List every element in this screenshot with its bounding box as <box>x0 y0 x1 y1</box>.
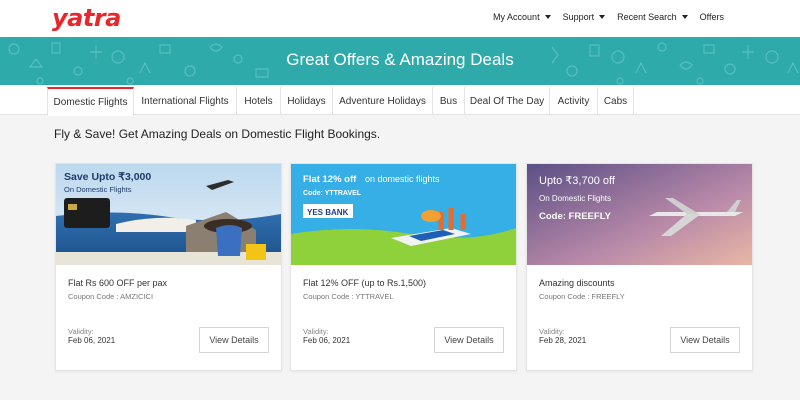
validity-date: Feb 06, 2021 <box>68 336 116 345</box>
coupon-code: Coupon Code : AMZICICI <box>68 292 154 301</box>
luggage <box>246 244 266 260</box>
tab-adventure-holidays[interactable]: Adventure Holidays <box>333 87 433 115</box>
offers-banner: Great Offers & Amazing Deals <box>0 37 800 85</box>
nav-recent-search[interactable]: Recent Search <box>617 12 688 22</box>
next-row-hint <box>0 388 800 400</box>
coupon-code: Coupon Code : YTTRAVEL <box>303 292 394 301</box>
bank-name: YES BANK <box>307 208 349 217</box>
banner-title: Great Offers & Amazing Deals <box>286 50 514 69</box>
tab-domestic-flights[interactable]: Domestic Flights <box>47 87 134 116</box>
image-subline: On Domestic Flights <box>539 194 611 203</box>
validity-label: Validity: <box>68 327 94 336</box>
top-nav: My Account Support Recent Search Offers <box>481 12 724 22</box>
offer-card[interactable]: Flat 12% off on domestic flights Code: Y… <box>290 163 517 371</box>
tab-holidays[interactable]: Holidays <box>281 87 333 115</box>
caret-down-icon <box>599 15 606 19</box>
yatra-logo[interactable]: yatra <box>52 4 121 32</box>
nav-label: Recent Search <box>617 12 677 22</box>
nav-label: My Account <box>493 12 540 22</box>
nav-label: Support <box>562 12 595 22</box>
nav-label: Offers <box>699 12 724 22</box>
tab-bus[interactable]: Bus <box>433 87 465 115</box>
nav-offers[interactable]: Offers <box>700 12 724 22</box>
view-details-button[interactable]: View Details <box>199 327 269 353</box>
offer-image: Upto ₹3,700 off On Domestic Flights Code… <box>527 164 752 265</box>
tab-deal-of-the-day[interactable]: Deal Of The Day <box>465 87 550 115</box>
offer-title: Flat Rs 600 OFF per pax <box>68 278 168 288</box>
image-headline: Upto ₹3,700 off <box>539 175 616 187</box>
caret-down-icon <box>681 15 688 19</box>
coupon-code: Coupon Code : FREEFLY <box>539 292 625 301</box>
offer-card[interactable]: Upto ₹3,700 off On Domestic Flights Code… <box>526 163 753 371</box>
category-tabs: Domestic Flights International Flights H… <box>0 85 800 116</box>
caret-down-icon <box>544 15 551 19</box>
image-code: Code: FREEFLY <box>539 211 612 222</box>
offer-title: Flat 12% OFF (up to Rs.1,500) <box>303 278 427 288</box>
offer-card[interactable]: Save Upto ₹3,000 On Domestic Flights Fla… <box>55 163 282 371</box>
offer-image: Save Upto ₹3,000 On Domestic Flights <box>56 164 281 265</box>
top-header: yatra My Account Support Recent Search O… <box>0 0 800 37</box>
nav-support[interactable]: Support <box>563 12 606 22</box>
tab-international-flights[interactable]: International Flights <box>134 87 237 115</box>
validity-date: Feb 28, 2021 <box>539 336 587 345</box>
validity-label: Validity: <box>539 327 565 336</box>
view-details-button[interactable]: View Details <box>670 327 740 353</box>
view-details-button[interactable]: View Details <box>434 327 504 353</box>
image-code: Code: YTTRAVEL <box>303 190 362 197</box>
image-headline: Flat 12% off <box>303 174 357 185</box>
image-headline: Save Upto ₹3,000 <box>64 171 151 183</box>
image-subline: on domestic flights <box>365 174 440 184</box>
validity-date: Feb 06, 2021 <box>303 336 351 345</box>
image-subline: On Domestic Flights <box>64 185 132 194</box>
tab-cabs[interactable]: Cabs <box>598 87 634 115</box>
credit-card <box>64 198 110 228</box>
offer-title: Amazing discounts <box>539 278 615 288</box>
nav-my-account[interactable]: My Account <box>493 12 551 22</box>
validity-label: Validity: <box>303 327 329 336</box>
tab-hotels[interactable]: Hotels <box>237 87 281 115</box>
page-subtitle: Fly & Save! Get Amazing Deals on Domesti… <box>54 127 381 141</box>
tab-activity[interactable]: Activity <box>550 87 598 115</box>
offer-image: Flat 12% off on domestic flights Code: Y… <box>291 164 516 265</box>
